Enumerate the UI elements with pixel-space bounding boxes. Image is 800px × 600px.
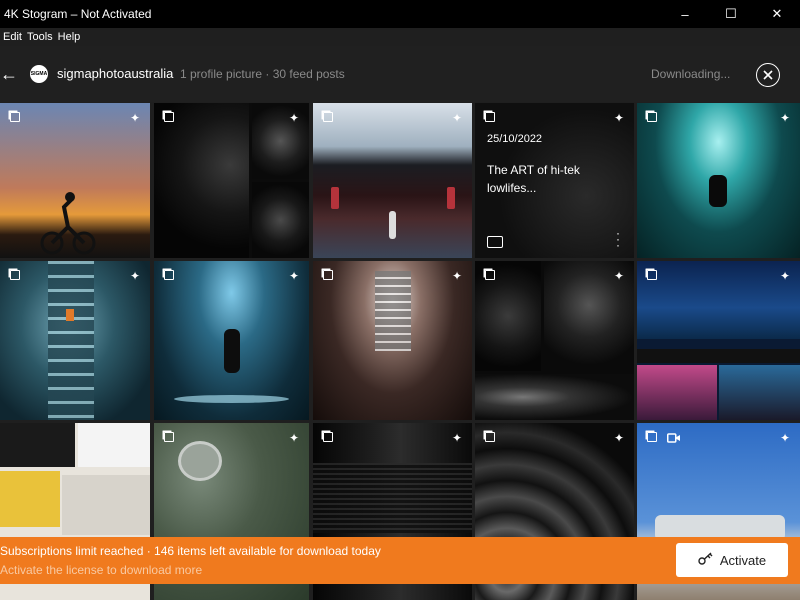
grid-item-spiral-stairs[interactable]: ✦ <box>0 261 150 420</box>
grid-item-text-post[interactable]: ✦ 25/10/2022 The ART of hi-tek lowlifes.… <box>475 103 634 258</box>
minimize-button[interactable]: – <box>662 0 708 28</box>
cancel-download-button[interactable] <box>756 63 780 87</box>
sparkle-icon: ✦ <box>288 269 299 283</box>
sparkle-icon: ✦ <box>129 111 140 125</box>
back-arrow-icon[interactable]: ← <box>0 64 20 84</box>
sparkle-icon: ✦ <box>613 431 624 445</box>
avatar-logo-text: SIGMA <box>30 71 48 77</box>
lens-image-bottom <box>475 374 634 420</box>
multi-image-icon <box>164 432 174 444</box>
stair-column <box>48 261 94 420</box>
sparkle-icon: ✦ <box>451 431 462 445</box>
multi-image-icon <box>485 270 495 282</box>
sponsor-strip <box>637 349 800 363</box>
menu-bar: Edit Tools Help <box>0 28 800 46</box>
tunnel-light-left <box>331 187 339 209</box>
multi-image-icon <box>164 112 174 124</box>
grid-item-tunnel[interactable]: ✦ <box>313 103 472 258</box>
kebab-icon[interactable]: · · · <box>616 227 620 251</box>
giftcard-white <box>62 475 150 535</box>
profile-username: sigmaphotoaustralia <box>57 66 174 81</box>
key-icon <box>698 551 714 569</box>
sparkle-icon: ✦ <box>288 431 299 445</box>
app-window: 4K Stogram – Not Activated – ☐ ✕ Edit To… <box>0 0 800 600</box>
post-date: 25/10/2022 <box>487 133 543 145</box>
sparkle-icon: ✦ <box>129 269 140 283</box>
photo-grid: ✦ ✦ ✦ ✦ 25/10/2022 The ART of hi-tek low… <box>0 103 800 600</box>
sparkle-icon: ✦ <box>288 111 299 125</box>
multi-image-icon <box>647 270 657 282</box>
lens-image-top <box>252 103 309 179</box>
window-title: 4K Stogram – Not Activated <box>4 7 152 21</box>
prize-card-dark <box>0 423 75 467</box>
grid-item-lens-collage[interactable]: ✦ <box>154 103 309 258</box>
menu-tools[interactable]: Tools <box>24 31 55 43</box>
profile-stats: 1 profile picture · 30 feed posts <box>180 67 345 81</box>
cyclist-silhouette <box>40 192 96 255</box>
grid-item-lens-detail[interactable]: ✦ <box>475 261 634 420</box>
activate-hint[interactable]: Activate the license to download more <box>0 563 202 577</box>
activate-button[interactable]: Activate <box>676 543 788 577</box>
multi-image-icon <box>10 270 20 282</box>
activate-button-label: Activate <box>719 552 767 568</box>
folder-icon[interactable] <box>487 236 503 248</box>
multi-image-icon <box>323 112 333 124</box>
limit-message: Subscriptions limit reached · 146 items … <box>0 544 381 558</box>
multi-image-icon <box>485 432 495 444</box>
tunnel-light-right <box>447 187 455 209</box>
grid-item-city-event[interactable]: ✦ <box>637 261 800 420</box>
sparkle-icon: ✦ <box>451 111 462 125</box>
tunnel-figure <box>389 211 396 239</box>
avatar: SIGMA <box>30 65 48 83</box>
sparkle-icon: ✦ <box>613 269 624 283</box>
download-status: Downloading... <box>651 67 731 81</box>
sparkle-icon: ✦ <box>613 111 624 125</box>
model-photo-right <box>719 365 800 420</box>
grid-item-spotlight-figure[interactable]: ✦ <box>154 261 309 420</box>
multi-image-icon <box>323 270 333 282</box>
close-button[interactable]: ✕ <box>754 0 800 28</box>
stadium-shape <box>178 441 222 481</box>
spotlight-platform <box>174 395 289 403</box>
title-bar: 4K Stogram – Not Activated – ☐ ✕ <box>0 0 800 28</box>
grid-item-teal-tunnel[interactable]: ✦ <box>637 103 800 258</box>
maximize-button[interactable]: ☐ <box>708 0 754 28</box>
multi-image-icon <box>10 112 20 124</box>
giftcard-yellow <box>0 471 60 527</box>
menu-edit[interactable]: Edit <box>0 31 24 43</box>
sparkle-icon: ✦ <box>779 431 790 445</box>
tunnel-figure <box>709 175 727 207</box>
post-caption: The ART of hi-tek lowlifes... <box>487 163 580 195</box>
spotlight-figure <box>224 329 240 373</box>
sparkle-icon: ✦ <box>451 269 462 283</box>
multi-image-icon <box>647 112 657 124</box>
grid-item-sunset-cyclist[interactable]: ✦ <box>0 103 150 258</box>
multi-image-icon <box>647 432 657 444</box>
profile-header: ← SIGMA sigmaphotoaustralia 1 profile pi… <box>0 46 800 102</box>
video-icon <box>667 432 681 446</box>
model-photo-left <box>637 365 717 420</box>
stair-figure <box>66 309 74 321</box>
multi-image-icon <box>485 112 495 124</box>
sparkle-icon: ✦ <box>779 111 790 125</box>
lens-image-bottom <box>252 182 309 258</box>
lens-image-large <box>154 103 249 258</box>
prize-card-white <box>78 423 150 467</box>
multi-image-icon <box>323 432 333 444</box>
city-skyline <box>637 261 800 339</box>
menu-help[interactable]: Help <box>55 31 83 43</box>
sparkle-icon: ✦ <box>779 269 790 283</box>
multi-image-icon <box>164 270 174 282</box>
subscription-limit-banner: Subscriptions limit reached · 146 items … <box>0 537 800 584</box>
close-icon <box>763 70 773 80</box>
grid-item-industrial-skylight[interactable]: ✦ <box>313 261 472 420</box>
window-controls: – ☐ ✕ <box>662 0 800 28</box>
lens-ridges <box>313 463 472 533</box>
skylight-grid <box>375 271 411 351</box>
